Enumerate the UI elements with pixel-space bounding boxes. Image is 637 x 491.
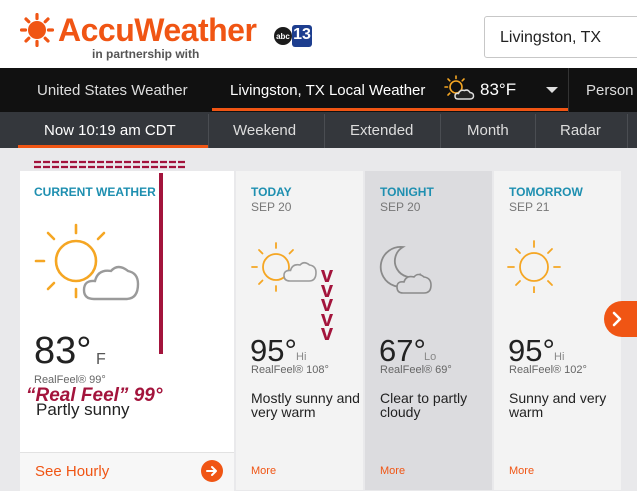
tab-now[interactable]: Now 10:19 am CDT (44, 122, 176, 139)
arrow-right-icon (201, 460, 223, 482)
annotation-dashes (34, 157, 186, 169)
tab-month[interactable]: Month (467, 122, 509, 139)
abc13-station-logo-icon: abc 13 (273, 24, 313, 48)
subnav-divider (440, 114, 441, 148)
location-search-input[interactable]: Livingston, TX (484, 16, 637, 58)
forecast-realfeel: RealFeel® 108° (251, 364, 329, 376)
nav-item-united-states-weather[interactable]: United States Weather (37, 82, 188, 99)
tab-weekend[interactable]: Weekend (233, 122, 296, 139)
forecast-card-tomorrow[interactable]: TOMORROW SEP 21 95° Hi RealFeel® 102° Su… (494, 171, 621, 490)
see-hourly-label: See Hourly (35, 463, 110, 480)
subnav-divider (627, 114, 628, 148)
forecast-date: SEP 20 (251, 200, 292, 214)
forecast-title: TONIGHT (380, 185, 434, 199)
svg-text:abc: abc (276, 32, 290, 41)
forecast-title: TODAY (251, 185, 292, 199)
subnav-divider (535, 114, 536, 148)
forecast-realfeel: RealFeel® 69° (380, 364, 452, 376)
current-temp: 83° (34, 330, 92, 372)
current-weather-card[interactable]: CURRENT WEATHER 83° F RealFeel® 99° Part… (20, 171, 234, 490)
forecast-temp-unit: Hi (554, 351, 565, 363)
more-link[interactable]: More (251, 465, 276, 477)
partly-sunny-icon (248, 237, 318, 293)
see-hourly-button[interactable]: See Hourly (20, 452, 234, 491)
nav-partly-sunny-icon (443, 74, 477, 104)
forecast-title: TOMORROW (509, 185, 583, 199)
more-link[interactable]: More (380, 465, 405, 477)
station-number: 13 (293, 26, 311, 43)
annotation-realfeel-callout: “Real Feel” 99° (26, 385, 163, 406)
tab-radar[interactable]: Radar (560, 122, 601, 139)
accuweather-sun-logo-icon[interactable] (19, 12, 55, 48)
nav-dropdown-chevron-icon[interactable] (542, 80, 562, 100)
partner-text: in partnership with (92, 47, 200, 61)
nav-divider (568, 68, 569, 112)
forecast-desc: Mostly sunny and very warm (251, 390, 360, 420)
nav-active-indicator (212, 108, 568, 111)
forecast-temp-unit: Lo (424, 351, 437, 363)
moon-cloud-icon (377, 241, 433, 297)
annotation-down-arrows: v v v v v (320, 262, 334, 345)
subnav-divider (208, 114, 209, 148)
forecast-card-today[interactable]: TODAY SEP 20 95° Hi RealFeel® 108° Mostl… (236, 171, 363, 490)
chevron-right-icon (612, 311, 622, 327)
current-temp-unit: F (96, 351, 106, 368)
sun-icon (506, 237, 562, 294)
forecast-desc: Clear to partly cloudy (380, 390, 468, 420)
current-weather-title: CURRENT WEATHER (34, 185, 156, 199)
carousel-next-button[interactable] (604, 301, 637, 337)
forecast-desc: Sunny and very warm (509, 390, 607, 420)
forecast-card-tonight[interactable]: TONIGHT SEP 20 67° Lo RealFeel® 69° Clea… (365, 171, 492, 490)
subnav-divider (324, 114, 325, 148)
annotation-vertical-line (159, 173, 163, 354)
accuweather-logo-text[interactable]: AccuWeather (58, 12, 257, 49)
forecast-temp-unit: Hi (296, 351, 307, 363)
nav-item-personal[interactable]: Person (586, 82, 634, 99)
location-search-value: Livingston, TX (500, 29, 602, 46)
forecast-realfeel: RealFeel® 102° (509, 364, 587, 376)
forecast-date: SEP 20 (380, 200, 421, 214)
nav-item-local-weather-label[interactable]: Livingston, TX Local Weather (230, 82, 425, 99)
forecast-date: SEP 21 (509, 200, 550, 214)
partly-sunny-icon (32, 221, 142, 307)
tab-extended[interactable]: Extended (350, 122, 413, 139)
more-link[interactable]: More (509, 465, 534, 477)
nav-current-temp[interactable]: 83°F (480, 80, 516, 100)
